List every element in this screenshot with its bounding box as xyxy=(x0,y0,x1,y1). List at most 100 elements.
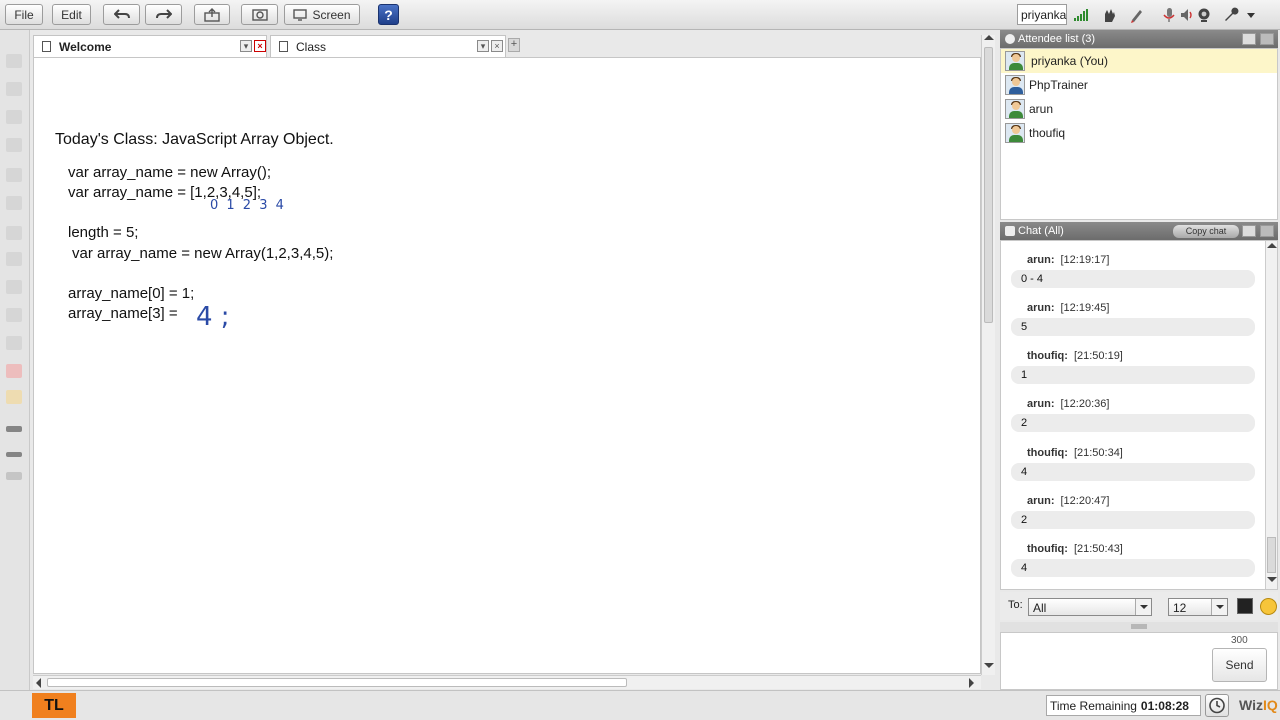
tab-class[interactable]: Class ▾ × xyxy=(270,35,506,57)
avatar xyxy=(1005,75,1025,95)
delete-tool-icon[interactable] xyxy=(6,364,22,378)
tab-menu-icon[interactable]: ▾ xyxy=(477,40,489,52)
scroll-right-icon[interactable] xyxy=(969,678,974,688)
attendee-item[interactable]: priyanka (You) xyxy=(1001,49,1277,73)
chevron-down-icon xyxy=(1211,599,1227,615)
tab-class-label: Class xyxy=(296,39,327,54)
board-title: Today's Class: JavaScript Array Object. xyxy=(55,131,334,148)
scroll-left-icon[interactable] xyxy=(36,678,41,688)
tab-close-icon[interactable]: × xyxy=(491,40,503,52)
settings-wrench-icon[interactable] xyxy=(1221,5,1241,25)
line-weight-medium-icon[interactable] xyxy=(6,452,22,457)
chat-message-header: thoufiq: [21:50:19] xyxy=(1027,350,1123,362)
tab-close-icon[interactable]: × xyxy=(254,40,266,52)
font-size-value: 12 xyxy=(1173,601,1187,615)
attendee-item[interactable]: arun xyxy=(1001,97,1277,121)
attendee-item[interactable]: PhpTrainer xyxy=(1001,73,1277,97)
marker-tool-icon[interactable] xyxy=(6,110,22,124)
recipient-select[interactable]: All xyxy=(1028,598,1152,616)
whiteboard-tool-rail xyxy=(0,30,30,690)
upload-icon xyxy=(204,7,220,22)
chat-message-header: arun: [12:19:45] xyxy=(1027,302,1110,314)
paint-tool-icon[interactable] xyxy=(6,336,22,350)
handwritten-indices: 0 1 2 3 4 xyxy=(210,198,286,213)
pencil-tool-icon[interactable] xyxy=(6,82,22,96)
media-icon xyxy=(251,8,268,21)
time-remaining-label: Time Remaining xyxy=(1050,699,1137,713)
color-tool-icon[interactable] xyxy=(6,390,22,404)
board-code-line: var array_name = new Array(); xyxy=(68,164,271,181)
attendee-list: priyanka (You) PhpTrainer arun thoufiq xyxy=(1000,48,1278,220)
scroll-up-icon[interactable] xyxy=(984,35,994,40)
file-menu-button[interactable]: File xyxy=(5,4,43,25)
attendee-list-title: Attendee list (3) xyxy=(1018,33,1096,45)
scroll-down-icon[interactable] xyxy=(984,663,994,668)
eraser-tool-icon[interactable] xyxy=(6,308,22,322)
chat-message-text: 2 xyxy=(1011,414,1255,432)
redo-icon xyxy=(155,8,172,19)
time-remaining: Time Remaining 01:08:28 xyxy=(1046,695,1201,716)
screen-share-button[interactable]: Screen xyxy=(284,4,360,25)
upload-button[interactable] xyxy=(194,4,230,25)
attendee-name: priyanka (You) xyxy=(1031,54,1108,68)
attendee-name: thoufiq xyxy=(1029,126,1066,140)
line-weight-thin-icon[interactable] xyxy=(6,472,22,480)
select-tool-icon[interactable] xyxy=(6,54,22,68)
minimize-panel-icon[interactable] xyxy=(1242,33,1256,45)
help-button[interactable]: ? xyxy=(378,4,399,25)
attendee-list-header: Attendee list (3) xyxy=(1000,30,1278,48)
tab-welcome-label: Welcome xyxy=(59,39,112,54)
chat-message-text: 5 xyxy=(1011,318,1255,336)
scroll-thumb[interactable] xyxy=(984,47,993,323)
splitter-grip[interactable] xyxy=(1131,624,1147,629)
tab-welcome[interactable]: Welcome ▾ × xyxy=(33,35,267,57)
font-size-select[interactable]: 12 xyxy=(1168,598,1228,616)
rectangle-tool-icon[interactable] xyxy=(6,168,22,182)
scroll-thumb[interactable] xyxy=(1267,537,1276,573)
line-tool-icon[interactable] xyxy=(6,226,22,240)
session-clock-button[interactable] xyxy=(1205,694,1229,717)
add-tab-button[interactable]: + xyxy=(508,38,520,52)
text-color-picker[interactable] xyxy=(1237,598,1253,614)
time-remaining-value: 01:08:28 xyxy=(1140,699,1189,713)
edit-menu-button[interactable]: Edit xyxy=(52,4,91,25)
microphone-icon[interactable] xyxy=(1159,5,1179,25)
raise-hand-icon[interactable] xyxy=(1099,5,1119,25)
scroll-down-icon[interactable] xyxy=(1267,577,1277,582)
text-tool-icon[interactable] xyxy=(6,138,22,152)
chat-message-text: 2 xyxy=(1011,511,1255,529)
line-weight-thick-icon[interactable] xyxy=(6,426,22,432)
chat-splitter[interactable] xyxy=(1000,622,1278,632)
whiteboard-canvas[interactable]: Today's Class: JavaScript Array Object. … xyxy=(33,57,981,674)
user-icon xyxy=(1005,34,1015,44)
board-horizontal-scrollbar[interactable] xyxy=(33,675,981,689)
tab-menu-icon[interactable]: ▾ xyxy=(240,40,252,52)
board-code-line: array_name[3] = xyxy=(68,305,178,322)
ellipse-tool-icon[interactable] xyxy=(6,196,22,210)
emoticon-icon[interactable] xyxy=(1260,598,1277,615)
board-vertical-scrollbar[interactable] xyxy=(981,35,995,675)
signal-icon xyxy=(1071,5,1091,25)
chat-message-list: arun: [12:19:17] 0 - 4 arun: [12:19:45] 5 … xyxy=(1000,240,1278,590)
grid-tool-icon[interactable] xyxy=(6,280,22,294)
redo-button[interactable] xyxy=(145,4,182,25)
pen-icon[interactable] xyxy=(1127,5,1147,25)
chat-message-header: thoufiq: [21:50:34] xyxy=(1027,447,1123,459)
maximize-panel-icon[interactable] xyxy=(1260,225,1274,237)
triangle-tool-icon[interactable] xyxy=(6,252,22,266)
scroll-thumb[interactable] xyxy=(47,678,627,687)
top-toolbar: File Edit Screen ? priyanka xyxy=(0,0,1280,30)
chat-bubble-icon xyxy=(1005,226,1015,236)
chat-scrollbar[interactable] xyxy=(1265,241,1277,589)
minimize-panel-icon[interactable] xyxy=(1242,225,1256,237)
more-dropdown-icon[interactable] xyxy=(1241,5,1261,25)
copy-chat-button[interactable]: Copy chat xyxy=(1173,225,1239,238)
scroll-up-icon[interactable] xyxy=(1267,243,1277,248)
send-button[interactable]: Send xyxy=(1212,648,1267,682)
attendee-item[interactable]: thoufiq xyxy=(1001,121,1277,145)
media-button[interactable] xyxy=(241,4,278,25)
maximize-panel-icon[interactable] xyxy=(1260,33,1274,45)
undo-button[interactable] xyxy=(103,4,140,25)
attendee-name: arun xyxy=(1029,102,1054,116)
webcam-icon[interactable] xyxy=(1194,5,1214,25)
